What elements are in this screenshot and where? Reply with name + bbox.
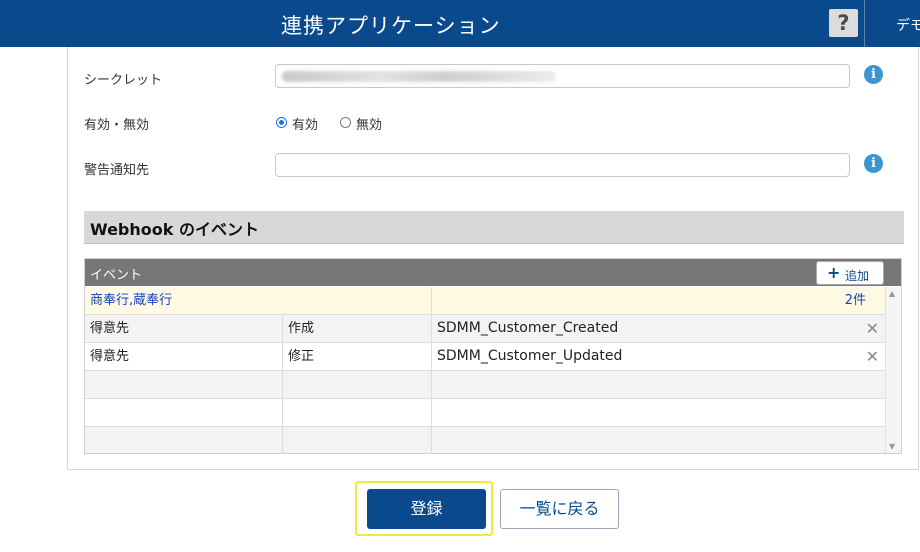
empty-row	[85, 427, 885, 454]
add-event-label: 追加	[845, 269, 870, 283]
row-action: 作成	[283, 315, 432, 342]
webhook-section-title: Webhook のイベント	[90, 220, 259, 239]
event-group-row[interactable]: 商奉行,蔵奉行 2件	[85, 287, 885, 315]
plus-icon: +	[827, 263, 841, 282]
enabled-option-on-label[interactable]: 有効	[292, 114, 318, 133]
enabled-label: 有効・無効	[84, 118, 150, 133]
register-button[interactable]: 登録	[367, 489, 486, 529]
enabled-option-off-label[interactable]: 無効	[356, 114, 382, 133]
row-action: 修正	[283, 343, 432, 370]
secret-field[interactable]	[275, 64, 850, 88]
empty-row	[85, 371, 885, 399]
webhook-event-grid: イベント + 追加 商奉行,蔵奉行 2件 得意先 作成 SDMM_Custome…	[84, 258, 902, 454]
help-icon[interactable]: ?	[829, 9, 858, 37]
add-event-button[interactable]: + 追加	[816, 261, 884, 285]
grid-header: イベント + 追加	[85, 259, 901, 286]
empty-cell	[283, 399, 432, 426]
user-menu[interactable]: デモ	[896, 15, 920, 35]
group-count: 2件	[844, 293, 866, 308]
delete-icon[interactable]: ✕	[866, 343, 879, 370]
row-entity: 得意先	[85, 343, 283, 370]
empty-cell	[85, 371, 283, 398]
header-divider	[864, 0, 865, 47]
empty-cell	[85, 399, 283, 426]
empty-cell	[283, 427, 432, 454]
scroll-up-icon[interactable]: ▲	[889, 289, 895, 298]
enabled-radio-on[interactable]	[276, 117, 287, 128]
app-header: 連携アプリケーション ? デモ	[0, 0, 920, 47]
scroll-down-icon[interactable]: ▼	[889, 442, 895, 451]
row-event: SDMM_Customer_Updated	[437, 348, 623, 364]
group-name: 商奉行,蔵奉行	[85, 287, 432, 314]
secret-info-icon[interactable]: i	[864, 65, 883, 84]
alert-info-icon[interactable]: i	[864, 154, 883, 173]
empty-cell	[283, 371, 432, 398]
page-title: 連携アプリケーション	[281, 14, 501, 38]
table-row[interactable]: 得意先 修正 SDMM_Customer_Updated ✕	[85, 343, 885, 371]
row-event: SDMM_Customer_Created	[437, 320, 619, 336]
enabled-radio-off[interactable]	[340, 117, 351, 128]
empty-cell	[85, 427, 283, 454]
table-row[interactable]: 得意先 作成 SDMM_Customer_Created ✕	[85, 315, 885, 343]
empty-row	[85, 399, 885, 427]
back-to-list-button[interactable]: 一覧に戻る	[500, 489, 619, 529]
delete-icon[interactable]: ✕	[866, 315, 879, 342]
row-entity: 得意先	[85, 315, 283, 342]
webhook-section-header: Webhook のイベント	[84, 211, 904, 244]
secret-label: シークレット	[84, 73, 163, 88]
alert-destination-input[interactable]	[275, 153, 850, 177]
grid-scrollbar[interactable]: ▲ ▼	[885, 287, 901, 453]
event-column-header: イベント	[90, 268, 143, 283]
secret-value-masked	[282, 71, 556, 82]
alert-label: 警告通知先	[84, 163, 150, 178]
